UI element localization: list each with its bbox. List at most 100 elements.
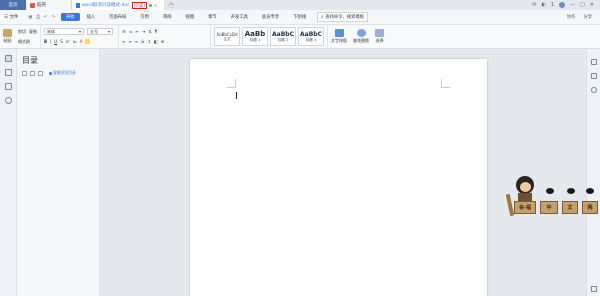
text-tools-icon	[334, 29, 344, 37]
line-spacing-icon[interactable]: ↕	[147, 39, 150, 44]
document-page[interactable]	[190, 59, 487, 296]
numbering-icon[interactable]: ≔	[129, 29, 133, 34]
select-icon	[375, 29, 384, 37]
cartoon-ball	[546, 188, 554, 194]
paragraph-group: ☰ ≔ ⇤ ⇥ ⇅ ¶ ≡ ≡ ≡ ≡ ↕ ◧ ⊞	[119, 25, 211, 48]
print-icon[interactable]: ⎙	[36, 15, 39, 20]
style-heading-3[interactable]: AaBbC 标题 3	[298, 27, 324, 46]
align-center-icon[interactable]: ≡	[128, 39, 131, 44]
toc-pane-icon[interactable]	[4, 55, 12, 62]
increase-indent-icon[interactable]: ⇥	[142, 29, 145, 34]
save-icon[interactable]: ▣	[28, 15, 32, 20]
strikethrough-icon[interactable]: S	[60, 39, 63, 44]
right-tool-rail	[586, 49, 600, 296]
share-button[interactable]: 分享	[583, 14, 592, 20]
paste-icon	[3, 29, 12, 37]
decrease-indent-icon[interactable]: ⇤	[136, 29, 139, 34]
superscript-icon[interactable]: x²	[66, 39, 70, 44]
menu-page-layout[interactable]: 页面布局	[102, 14, 133, 20]
underline-icon[interactable]: U	[54, 39, 57, 44]
tab-document[interactable]: word取消只读模式.doc [只读] ✕	[72, 0, 164, 10]
search-icon[interactable]	[4, 97, 12, 104]
menu-insert[interactable]: 插入	[80, 14, 103, 20]
tab-shell[interactable]: 稻壳	[26, 0, 72, 10]
toc-title: 目录	[22, 56, 38, 65]
collapse-icon[interactable]	[22, 70, 27, 76]
new-tab-button[interactable]: +	[168, 2, 174, 8]
menu-member[interactable]: 会员专享	[255, 14, 286, 20]
text-tools-button[interactable]: 文字排版	[328, 25, 350, 48]
style-heading-1[interactable]: AaBb 标题 1	[242, 27, 268, 46]
font-name-value: 宋体	[47, 28, 55, 34]
smart-toc-button[interactable]: 智能识别目录	[49, 70, 76, 76]
menu-underline[interactable]: 下划线	[286, 14, 313, 20]
highlight-icon[interactable]	[85, 39, 91, 44]
toc-toolbar: 智能识别目录	[22, 70, 94, 76]
sort-icon[interactable]: ⇅	[148, 29, 151, 34]
cartoon-board: 文	[562, 201, 578, 214]
menu-developer[interactable]: 开发工具	[224, 14, 255, 20]
command-search[interactable]: ⌕ 查找命令、搜索模板	[317, 12, 369, 22]
align-right-icon[interactable]: ≡	[135, 39, 138, 44]
select-button[interactable]: 选择	[372, 25, 387, 48]
show-marks-icon[interactable]: ¶	[155, 29, 158, 34]
pointer-icon[interactable]	[590, 73, 597, 79]
file-menu[interactable]: 三 文件	[0, 14, 22, 20]
paste-label: 粘贴	[3, 38, 12, 43]
avatar[interactable]	[559, 2, 566, 8]
format-painter-button[interactable]: 格式刷	[18, 39, 30, 45]
italic-icon[interactable]: I	[50, 39, 51, 44]
undo-icon[interactable]: ↶	[44, 15, 48, 20]
style-heading-2-sample: AaBbC	[272, 30, 294, 38]
edit-icon[interactable]	[590, 59, 597, 65]
font-color-icon[interactable]: A	[80, 39, 83, 44]
close-window-icon[interactable]: ✕	[590, 2, 594, 8]
menu-sections[interactable]: 章节	[201, 14, 224, 20]
menubar-right: 协作 分享	[567, 14, 600, 20]
toc-pane: 目录 智能识别目录	[17, 49, 100, 296]
font-size-select[interactable]: 五号 ▾	[87, 28, 113, 35]
font-name-select[interactable]: 宋体 ▾	[44, 28, 84, 35]
copy-button[interactable]: 复制	[29, 29, 37, 35]
settings-icon[interactable]	[590, 286, 597, 292]
find-replace-button[interactable]: 查找替换	[350, 25, 372, 48]
menu-home[interactable]: 开始	[60, 13, 80, 21]
cut-button[interactable]: 剪切	[18, 29, 26, 35]
style-heading-1-sample: AaBb	[244, 30, 266, 38]
titlebar-right: ⟳ ◐ 1 — □ ✕	[532, 2, 600, 8]
skin-icon[interactable]: ◐	[542, 2, 546, 8]
shading-icon[interactable]: ◧	[154, 39, 158, 44]
minimize-icon[interactable]: —	[570, 2, 575, 8]
tab-document-label: word取消只读模式.doc	[82, 3, 130, 8]
paste-button[interactable]: 粘贴	[0, 25, 15, 48]
collaborate-button[interactable]: 协作	[567, 14, 576, 20]
redo-icon[interactable]: ↷	[51, 15, 55, 20]
align-left-icon[interactable]: ≡	[122, 39, 125, 44]
expand-icon[interactable]	[30, 70, 35, 76]
help-icon[interactable]	[590, 87, 597, 93]
style-normal[interactable]: AaBbCcDd 正文	[214, 27, 240, 46]
bookmark-icon[interactable]	[4, 83, 12, 90]
style-heading-2[interactable]: AaBbC 标题 2	[270, 27, 296, 46]
tab-home[interactable]: 首页	[0, 0, 26, 10]
margin-mark-top-left	[227, 79, 236, 88]
bullets-icon[interactable]: ☰	[122, 29, 126, 34]
justify-icon[interactable]: ≡	[141, 39, 145, 44]
menu-view[interactable]: 视图	[179, 14, 202, 20]
subscript-icon[interactable]: x₂	[73, 39, 77, 44]
bold-icon[interactable]: B	[44, 39, 47, 44]
close-tab-icon[interactable]: ✕	[154, 3, 157, 8]
notification-count: 1	[550, 2, 555, 8]
maximize-icon[interactable]: □	[580, 2, 585, 8]
folder-icon[interactable]	[4, 69, 12, 76]
borders-icon[interactable]: ⊞	[161, 39, 164, 44]
refresh-icon[interactable]: ⟳	[532, 2, 536, 8]
menu-bar: 三 文件 ▣ ⎙ ↶ ↷ 开始 插入 页面布局 引用 审阅 视图 章节 开发工具…	[0, 10, 600, 25]
cartoon-stick	[505, 193, 515, 217]
clipboard-group: 剪切 复制 格式刷	[15, 25, 41, 48]
command-search-label: 查找命令、搜索模板	[325, 15, 365, 20]
menu-references[interactable]: 引用	[133, 14, 156, 20]
menu-review[interactable]: 审阅	[156, 14, 179, 20]
chevron-down-icon: ▾	[107, 29, 110, 34]
toc-settings-icon[interactable]	[38, 70, 43, 76]
